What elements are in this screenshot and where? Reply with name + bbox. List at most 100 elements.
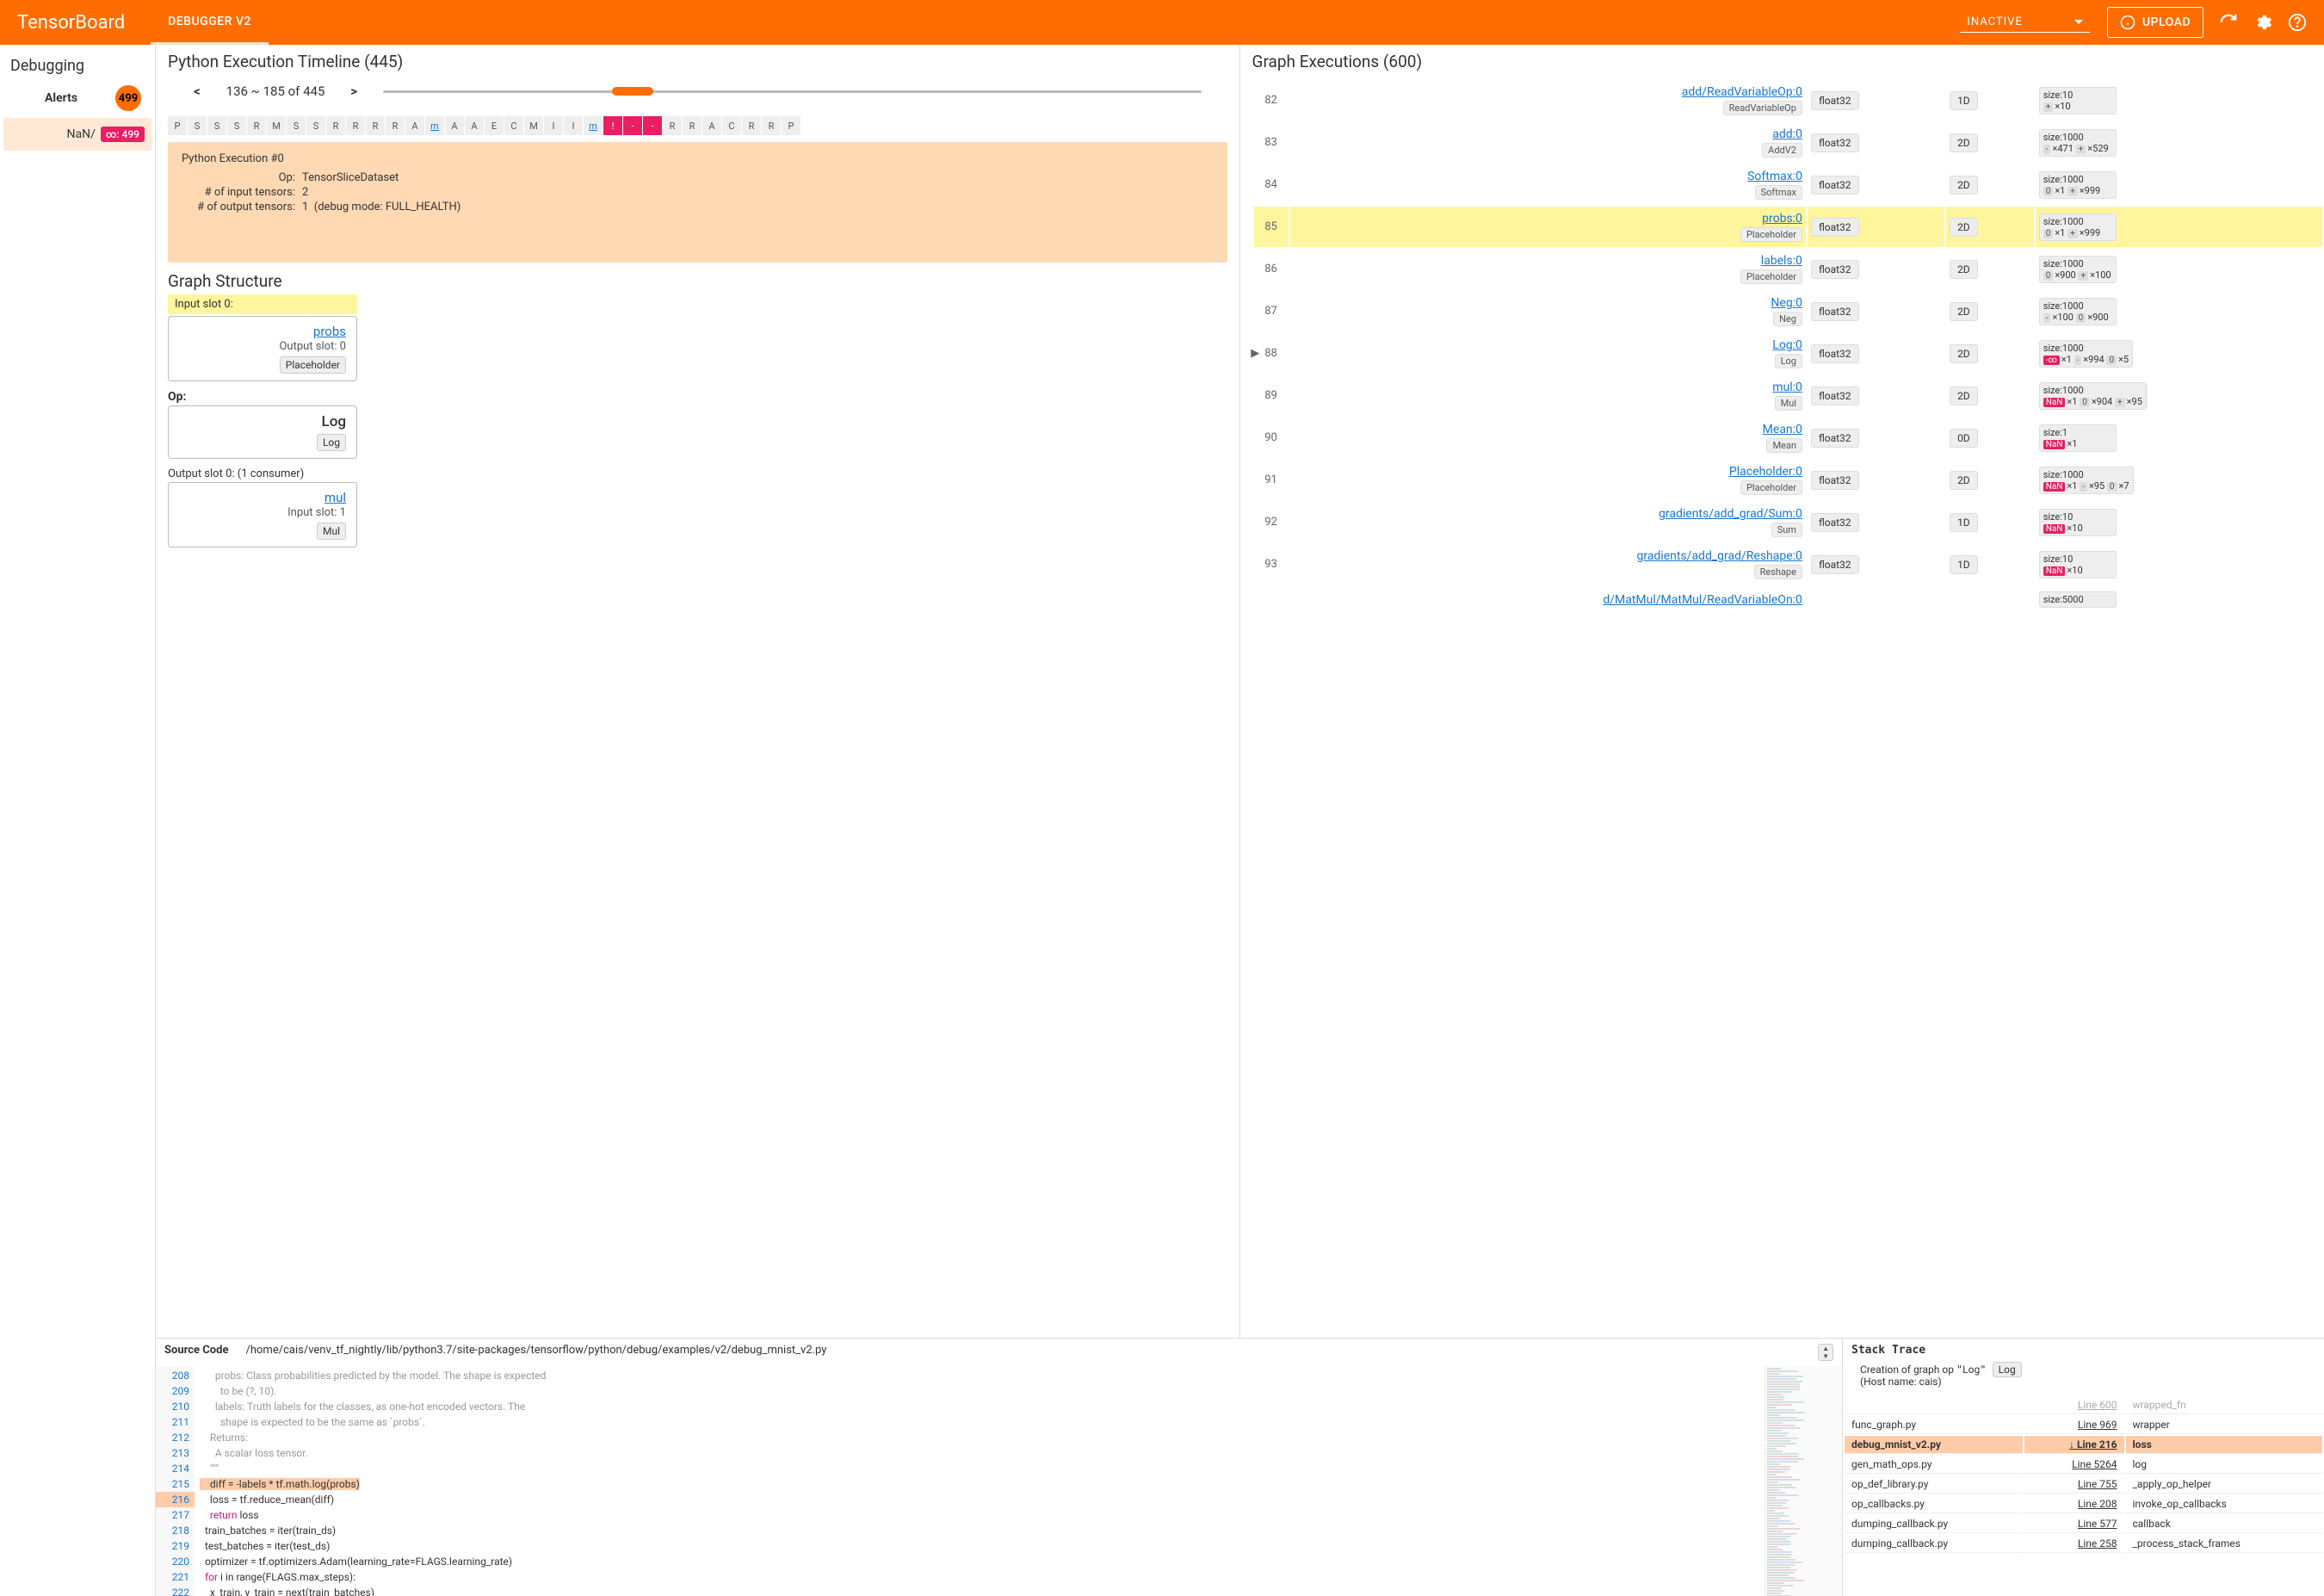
graph-exec-row[interactable]: 83 add:0AddV2 float32 2D size:1000-×471 … xyxy=(1254,122,2323,163)
timeline-tick[interactable]: R xyxy=(346,116,365,135)
timeline-tick[interactable]: R xyxy=(663,116,682,135)
graph-op-name[interactable]: add/ReadVariableOp:0 xyxy=(1682,85,1802,99)
stack-row[interactable]: debug_mnist_v2.py↓ Line 216loss xyxy=(1845,1436,2322,1454)
slider-thumb[interactable] xyxy=(612,87,653,96)
line-number[interactable]: 216 xyxy=(156,1492,195,1507)
graph-op-name[interactable]: d/MatMul/MatMul/ReadVariableOn:0 xyxy=(1603,593,1802,607)
line-number[interactable]: 222 xyxy=(156,1585,195,1596)
graph-exec-row[interactable]: 87 Neg:0Neg float32 2D size:1000-×100 0×… xyxy=(1254,291,2323,331)
timeline-slider[interactable] xyxy=(383,87,1201,96)
timeline-tick[interactable]: - xyxy=(623,116,642,135)
stack-row[interactable]: func_graph.pyLine 969wrapper xyxy=(1845,1416,2322,1434)
stack-row[interactable]: gen_math_ops.pyLine 5264log xyxy=(1845,1456,2322,1474)
graph-op-name[interactable]: probs:0 xyxy=(1762,212,1802,226)
graph-op-name[interactable]: labels:0 xyxy=(1761,254,1802,268)
timeline-tick[interactable]: S xyxy=(306,116,325,135)
timeline-tick[interactable]: S xyxy=(188,116,207,135)
timeline-tick[interactable]: ! xyxy=(603,116,622,135)
line-number[interactable]: 219 xyxy=(156,1538,195,1554)
alert-item-nan[interactable]: NaN/ ∞: 499 xyxy=(3,118,151,151)
line-number[interactable]: 220 xyxy=(156,1554,195,1569)
timeline-tick[interactable]: m xyxy=(425,116,444,135)
upload-button[interactable]: UPLOAD xyxy=(2107,7,2203,38)
timeline-tick[interactable]: A xyxy=(465,116,484,135)
input-op-name[interactable]: probs xyxy=(179,324,346,339)
output-op-name[interactable]: mul xyxy=(179,490,346,505)
timeline-tick[interactable]: M xyxy=(267,116,286,135)
line-number[interactable]: 208 xyxy=(156,1368,195,1383)
run-selector-dropdown[interactable]: INACTIVE xyxy=(1960,12,2090,33)
graph-op-name[interactable]: Neg:0 xyxy=(1771,296,1802,310)
stepper-down[interactable]: ▼ xyxy=(1819,1352,1833,1360)
graph-op-name[interactable]: add:0 xyxy=(1772,127,1802,141)
timeline-tick[interactable]: S xyxy=(287,116,306,135)
source-stepper[interactable]: ▲▼ xyxy=(1818,1344,1833,1361)
graph-exec-row[interactable]: 93 gradients/add_grad/Reshape:0Reshape f… xyxy=(1254,544,2323,585)
graph-exec-row[interactable]: ▶88 Log:0Log float32 2D size:1000-∞×1 -×… xyxy=(1254,333,2323,374)
timeline-tick[interactable]: - xyxy=(643,116,662,135)
line-number[interactable]: 209 xyxy=(156,1383,195,1399)
timeline-tick[interactable]: m xyxy=(584,116,603,135)
graph-exec-row[interactable]: 91 Placeholder:0Placeholder float32 2D s… xyxy=(1254,460,2323,500)
graph-exec-row[interactable]: 89 mul:0Mul float32 2D size:1000NaN×1 0×… xyxy=(1254,375,2323,416)
line-number[interactable]: 215 xyxy=(156,1476,195,1492)
timeline-tick[interactable]: R xyxy=(366,116,385,135)
graph-op-name[interactable]: Softmax:0 xyxy=(1747,170,1802,183)
graph-op-name[interactable]: Mean:0 xyxy=(1763,423,1802,436)
tab-debugger-v2[interactable]: DEBUGGER V2 xyxy=(151,1,269,45)
timeline-tick[interactable]: I xyxy=(544,116,563,135)
graph-exec-row[interactable]: d/MatMul/MatMul/ReadVariableOn:0 size:50… xyxy=(1254,586,2323,613)
graph-op-name[interactable]: gradients/add_grad/Reshape:0 xyxy=(1636,549,1802,563)
stack-row[interactable]: op_def_library.pyLine 755_apply_op_helpe… xyxy=(1845,1475,2322,1494)
timeline-tick[interactable]: R xyxy=(683,116,702,135)
timeline-tick[interactable]: C xyxy=(504,116,523,135)
output-slot-box[interactable]: mul Input slot: 1 Mul xyxy=(168,482,357,547)
line-number[interactable]: 212 xyxy=(156,1430,195,1445)
graph-op-name[interactable]: gradients/add_grad/Sum:0 xyxy=(1659,507,1802,521)
line-number[interactable]: 210 xyxy=(156,1399,195,1414)
stack-op-chip[interactable]: Log xyxy=(1993,1362,2022,1377)
timeline-tick[interactable]: A xyxy=(702,116,721,135)
graph-exec-row[interactable]: 84 Softmax:0Softmax float32 2D size:1000… xyxy=(1254,164,2323,205)
line-number[interactable]: 211 xyxy=(156,1414,195,1430)
stack-row[interactable]: dumping_callback.pyLine 577callback xyxy=(1845,1515,2322,1533)
timeline-tick[interactable]: R xyxy=(247,116,266,135)
timeline-prev[interactable]: < xyxy=(194,84,201,99)
line-number[interactable]: 213 xyxy=(156,1445,195,1461)
timeline-tick[interactable]: A xyxy=(405,116,424,135)
graph-exec-row[interactable]: 86 labels:0Placeholder float32 2D size:1… xyxy=(1254,249,2323,289)
graph-exec-row[interactable]: 90 Mean:0Mean float32 0D size:1NaN×1 xyxy=(1254,418,2323,458)
timeline-tick[interactable]: E xyxy=(485,116,504,135)
stepper-up[interactable]: ▲ xyxy=(1819,1345,1833,1352)
line-number[interactable]: 217 xyxy=(156,1507,195,1523)
timeline-tick[interactable]: R xyxy=(386,116,405,135)
stack-row[interactable]: op_callbacks.pyLine 208invoke_op_callbac… xyxy=(1845,1495,2322,1513)
timeline-next[interactable]: > xyxy=(350,84,357,99)
graph-exec-row[interactable]: 82 add/ReadVariableOp:0ReadVariableOp fl… xyxy=(1254,80,2323,121)
refresh-button[interactable] xyxy=(2219,13,2238,32)
graph-op-name[interactable]: mul:0 xyxy=(1772,380,1802,394)
graph-op-name[interactable]: Log:0 xyxy=(1772,338,1802,352)
timeline-tick[interactable]: C xyxy=(722,116,741,135)
stack-row[interactable]: Line 600wrapped_fn xyxy=(1845,1396,2322,1414)
timeline-tick[interactable]: R xyxy=(326,116,345,135)
help-button[interactable] xyxy=(2288,13,2307,32)
timeline-tick[interactable]: A xyxy=(445,116,464,135)
minimap[interactable]: ━━━━━━━━━━━━━━━━━━━━━━━━━━━━━━━━━━━━━━━━… xyxy=(1765,1366,1842,1596)
input-slot-box[interactable]: probs Output slot: 0 Placeholder xyxy=(168,316,357,381)
timeline-tick[interactable]: R xyxy=(742,116,761,135)
graph-exec-row[interactable]: 92 gradients/add_grad/Sum:0Sum float32 1… xyxy=(1254,502,2323,542)
line-number[interactable]: 218 xyxy=(156,1523,195,1538)
stack-row[interactable]: dumping_callback.pyLine 258_process_stac… xyxy=(1845,1535,2322,1553)
timeline-tick[interactable]: S xyxy=(227,116,246,135)
timeline-tick[interactable]: R xyxy=(762,116,781,135)
timeline-tick[interactable]: I xyxy=(564,116,583,135)
timeline-tick[interactable]: S xyxy=(207,116,226,135)
settings-button[interactable] xyxy=(2253,13,2272,32)
timeline-tick[interactable]: P xyxy=(782,116,800,135)
line-number[interactable]: 221 xyxy=(156,1569,195,1585)
graph-op-name[interactable]: Placeholder:0 xyxy=(1729,465,1802,479)
line-number[interactable]: 214 xyxy=(156,1461,195,1476)
graph-exec-row[interactable]: 85 probs:0Placeholder float32 2D size:10… xyxy=(1254,207,2323,247)
timeline-tick[interactable]: P xyxy=(168,116,187,135)
